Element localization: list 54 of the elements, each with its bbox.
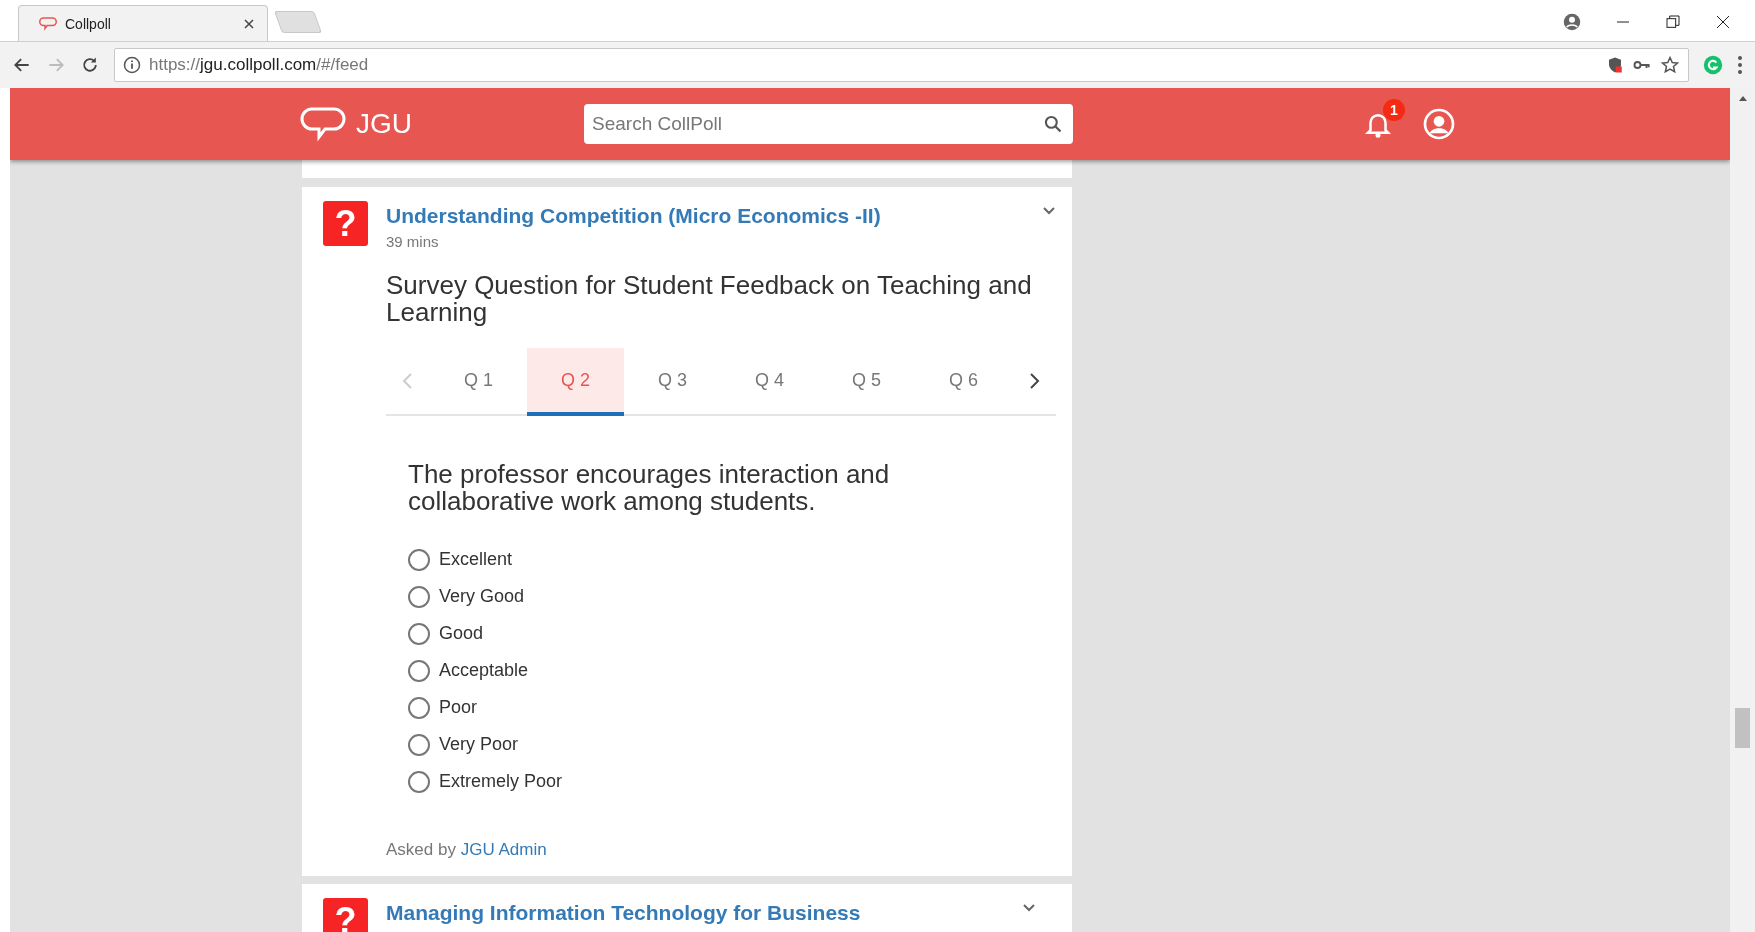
radio-button[interactable] bbox=[408, 770, 430, 793]
chevron-right-icon bbox=[1027, 371, 1041, 391]
scroll-up-icon bbox=[1737, 94, 1748, 104]
question-text: The professor encourages interaction and collaborative work among students. bbox=[408, 461, 891, 515]
restore-icon[interactable] bbox=[1665, 14, 1681, 30]
reload-icon[interactable] bbox=[80, 55, 100, 75]
author-link[interactable]: JGU Admin bbox=[460, 840, 547, 859]
tab-title: Collpoll bbox=[65, 15, 112, 32]
close-icon[interactable] bbox=[1715, 14, 1731, 30]
answer-option[interactable]: Excellent bbox=[408, 541, 1056, 578]
answer-option[interactable]: Good bbox=[408, 615, 1056, 652]
close-icon[interactable] bbox=[243, 17, 255, 30]
answer-option[interactable]: Very Good bbox=[408, 578, 1056, 615]
radio-button[interactable] bbox=[408, 622, 430, 645]
brand-name: JGU bbox=[356, 108, 413, 140]
star-icon[interactable] bbox=[1660, 55, 1680, 75]
radio-button[interactable] bbox=[408, 585, 430, 608]
post-time: 39 mins bbox=[386, 233, 440, 250]
answer-option[interactable]: Extremely Poor bbox=[408, 763, 1056, 800]
post-title[interactable]: Managing Information Technology for Business bbox=[386, 900, 1022, 926]
question-tab[interactable]: Q 4 bbox=[721, 348, 818, 416]
chevron-left-icon bbox=[401, 371, 415, 391]
question-mark-icon: ? bbox=[323, 201, 368, 246]
search-field[interactable]: Search CollPoll bbox=[584, 104, 1073, 144]
notification-badge: 1 bbox=[1383, 99, 1405, 121]
question-tab[interactable]: Q 3 bbox=[624, 348, 721, 416]
radio-button[interactable] bbox=[408, 548, 430, 571]
user-avatar-icon[interactable] bbox=[1423, 108, 1455, 140]
answer-option[interactable]: Poor bbox=[408, 689, 1056, 726]
asked-by-text: Asked by JGU Admin bbox=[386, 840, 548, 860]
radio-button[interactable] bbox=[408, 659, 430, 682]
search-icon bbox=[1043, 114, 1063, 134]
info-icon bbox=[123, 56, 141, 74]
scrollbar[interactable] bbox=[1730, 88, 1755, 932]
radio-button[interactable] bbox=[408, 733, 430, 756]
profile-icon bbox=[1563, 13, 1581, 31]
answer-option[interactable]: Very Poor bbox=[408, 726, 1056, 763]
speech-bubble-icon bbox=[300, 106, 346, 142]
speech-bubble-icon bbox=[39, 15, 57, 32]
radio-button[interactable] bbox=[408, 696, 430, 719]
question-mark-icon: ? bbox=[323, 898, 368, 932]
address-bar[interactable]: https://jgu.collpoll.com/#/feed bbox=[114, 48, 1689, 82]
question-tab[interactable]: Q 6 bbox=[915, 348, 1012, 416]
answer-option[interactable]: Acceptable bbox=[408, 652, 1056, 689]
extension-icon[interactable] bbox=[1703, 55, 1723, 75]
menu-icon[interactable] bbox=[1737, 55, 1743, 75]
question-tab[interactable]: Q 1 bbox=[430, 348, 527, 416]
shield-icon bbox=[1606, 56, 1624, 74]
question-tab[interactable]: Q 5 bbox=[818, 348, 915, 416]
survey-title: Survey Question for Student Feedback on Teaching and Learning bbox=[386, 272, 1033, 326]
scrollbar-thumb[interactable] bbox=[1735, 708, 1750, 748]
url-text: https://jgu.collpoll.com/#/feed bbox=[149, 55, 369, 75]
post-title[interactable]: Understanding Competition (Micro Economics -II) bbox=[386, 203, 1042, 229]
browser-tab[interactable]: Collpoll bbox=[18, 5, 268, 41]
